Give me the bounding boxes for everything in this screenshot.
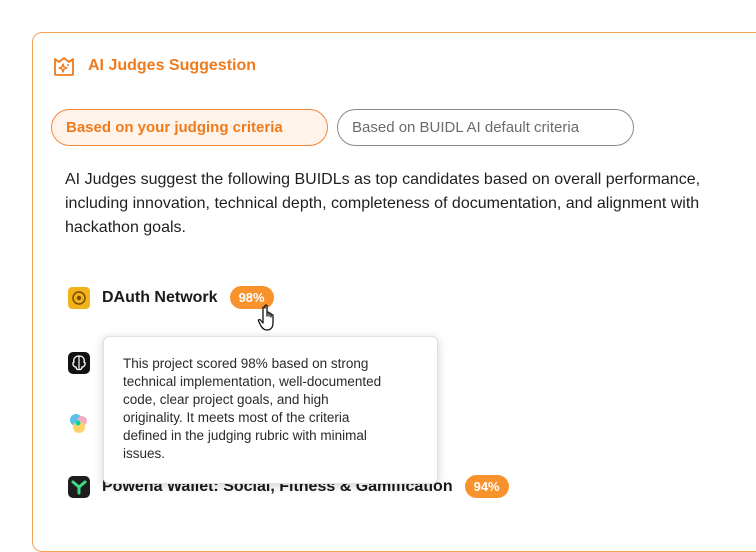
tab-your-judging-criteria[interactable]: Based on your judging criteria — [51, 109, 328, 146]
buidl-item[interactable] — [68, 352, 90, 374]
tooltip-text: This project scored 98% based on strong … — [123, 356, 382, 461]
suggestion-description: AI Judges suggest the following BUIDLs a… — [65, 171, 701, 236]
score-tooltip: This project scored 98% based on strong … — [103, 336, 438, 484]
dauth-logo — [68, 286, 90, 309]
brain-logo — [68, 352, 90, 374]
buidl-item[interactable] — [68, 412, 90, 434]
colorful-logo — [70, 414, 87, 433]
panel-title: AI Judges Suggestion — [88, 57, 257, 74]
hand-pointer-icon — [257, 304, 274, 331]
powena-logo — [68, 475, 90, 498]
buidl-item[interactable]: DAuth Network 98% — [68, 286, 274, 309]
buidl-name[interactable]: DAuth Network — [102, 289, 218, 307]
score-badge[interactable]: 94% — [464, 475, 509, 498]
ai-spark-icon — [54, 57, 74, 76]
panel-header: AI Judges Suggestion — [52, 54, 256, 78]
tab-buidl-ai-default-criteria[interactable]: Based on BUIDL AI default criteria — [337, 109, 634, 146]
